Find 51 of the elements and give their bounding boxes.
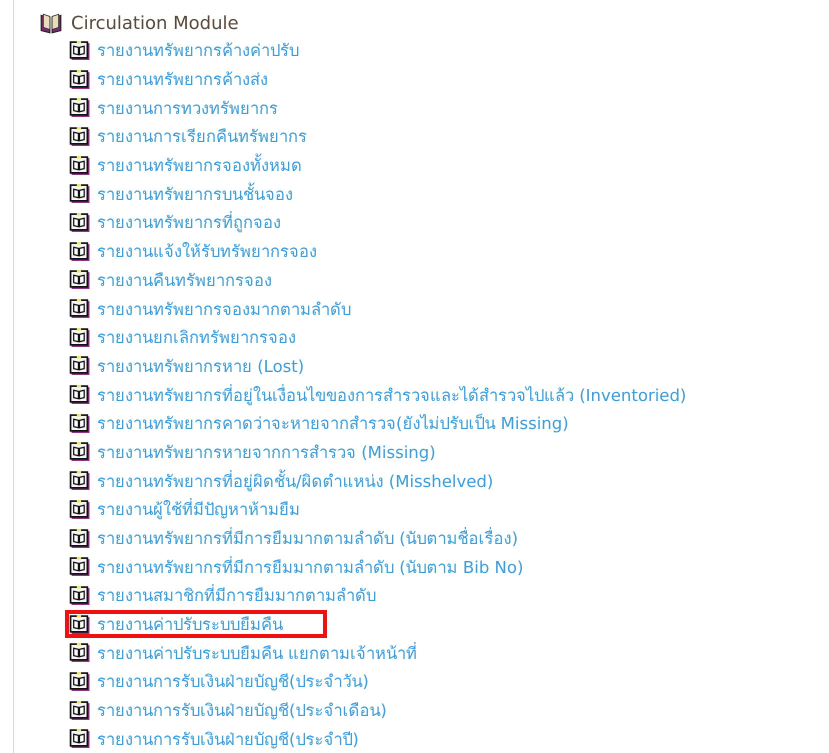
report-link[interactable]: รายงานยกเลิกทรัพยากรจอง	[97, 324, 296, 350]
report-link[interactable]: รายงานการรับเงินฝ่ายบัญชี(ประจำปี)	[97, 726, 359, 752]
report-link[interactable]: รายงานทรัพยากรที่อยู่ผิดชั้น/ผิดตำแหน่ง (Misshelved)	[97, 468, 494, 494]
report-book-icon	[69, 154, 91, 176]
report-link[interactable]: รายงานทรัพยากรที่อยู่ในเงื่อนไขของการสำรวจและได้สำรวจไปแล้ว (Inventoried)	[97, 382, 686, 408]
report-link[interactable]: รายงานทรัพยากรหาย (Lost)	[97, 352, 304, 379]
report-book-icon	[69, 68, 91, 90]
report-book-icon	[69, 97, 91, 118]
report-link[interactable]: รายงานทรัพยากรที่มีการยืมมากตามลำดับ (นับตาม Bib No)	[97, 554, 524, 580]
report-book-icon	[69, 40, 91, 61]
report-book-icon	[69, 470, 91, 492]
report-link[interactable]: รายงานคืนทรัพยากรจอง	[97, 266, 272, 293]
report-book-icon	[69, 556, 91, 578]
report-book-icon	[69, 700, 91, 721]
report-book-icon	[69, 498, 91, 520]
report-book-icon	[69, 614, 91, 635]
report-book-icon	[69, 441, 91, 462]
report-link[interactable]: รายงานทรัพยากรค้างค่าปรับ	[97, 37, 299, 64]
report-link[interactable]: รายงานทรัพยากรจองทั้งหมด	[97, 152, 302, 178]
report-book-icon	[69, 326, 91, 348]
report-book-icon	[69, 269, 91, 290]
report-book-icon	[69, 298, 91, 320]
report-book-icon	[69, 384, 91, 406]
report-link[interactable]: รายงานการรับเงินฝ่ายบัญชี(ประจำเดือน)	[97, 697, 387, 724]
report-link[interactable]: รายงานค่าปรับระบบยืมคืน	[97, 611, 283, 638]
report-book-icon	[69, 240, 91, 262]
report-link[interactable]: รายงานทรัพยากรที่ถูกจอง	[97, 209, 281, 236]
report-link[interactable]: รายงานทรัพยากรค้างส่ง	[97, 66, 268, 92]
report-link[interactable]: รายงานการเรียกคืนทรัพยากร	[97, 123, 307, 150]
report-link[interactable]: รายงานทรัพยากรหายจากการสำรวจ (Missing)	[97, 438, 436, 465]
report-book-icon	[69, 183, 91, 204]
tree-root-label[interactable]: Circulation Module	[71, 12, 239, 34]
report-link[interactable]: รายงานแจ้งให้รับทรัพยากรจอง	[97, 238, 317, 264]
report-book-icon	[69, 670, 91, 692]
report-link[interactable]: รายงานการรับเงินฝ่ายบัญชี(ประจำวัน)	[97, 668, 369, 694]
report-link[interactable]: รายงานทรัพยากรบนชั้นจอง	[97, 180, 293, 207]
report-link[interactable]: รายงานทรัพยากรที่มีการยืมมากตามลำดับ (นับตามชื่อเรื่อง)	[97, 525, 518, 552]
report-link[interactable]: รายงานทรัพยากรคาดว่าจะหายจากสำรวจ(ยังไม่ปรับเป็น Missing)	[97, 410, 569, 436]
report-book-icon	[69, 528, 91, 549]
report-book-icon	[69, 728, 91, 750]
report-book-icon	[69, 412, 91, 434]
report-link[interactable]: รายงานผู้ใช้ที่มีปัญหาห้ามยืม	[97, 496, 300, 522]
report-book-icon	[69, 126, 91, 147]
report-link[interactable]: รายงานทรัพยากรจองมากตามลำดับ	[97, 296, 351, 322]
report-link[interactable]: รายงานสมาชิกที่มีการยืมมากตามลำดับ	[97, 582, 376, 608]
report-book-icon	[69, 642, 91, 664]
report-book-icon	[69, 584, 91, 606]
report-link[interactable]: รายงานการทวงทรัพยากร	[97, 94, 278, 121]
report-book-icon	[69, 212, 91, 233]
report-link[interactable]: รายงานค่าปรับระบบยืมคืน แยกตามเจ้าหน้าที่	[97, 640, 418, 666]
report-book-icon	[69, 355, 91, 376]
